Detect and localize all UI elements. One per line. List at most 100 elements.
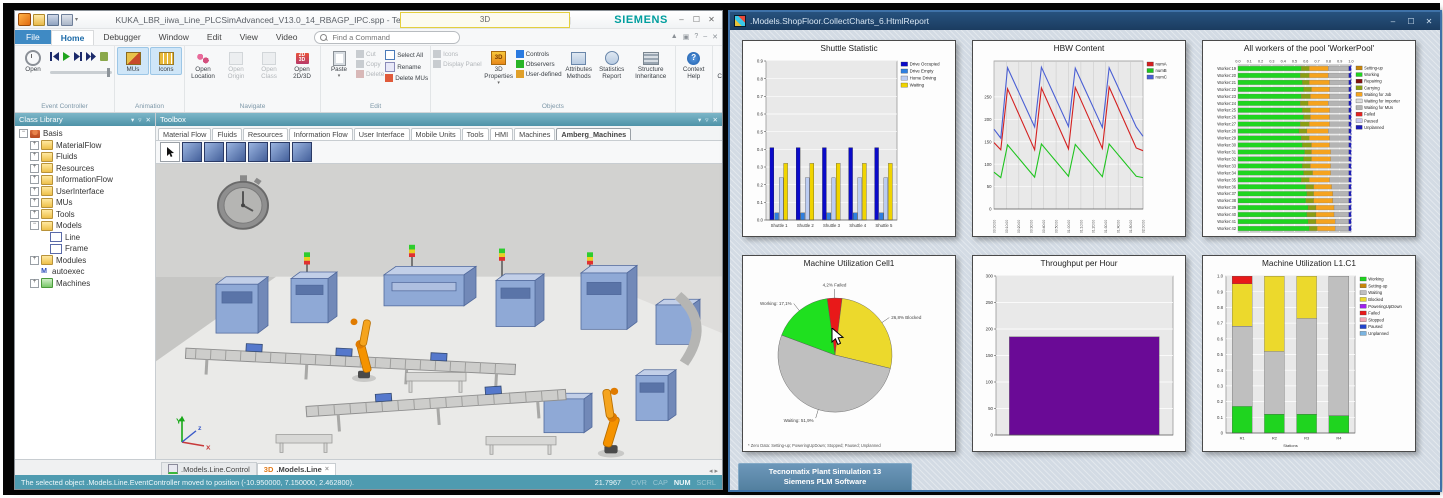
paste-button[interactable]: Paste ▾	[323, 47, 355, 80]
toolbox-tab-amberg-machines[interactable]: Amberg_Machines	[556, 128, 631, 140]
machine-tool-2[interactable]	[204, 142, 224, 162]
toolbox-tab-material-flow[interactable]: Material Flow	[158, 128, 211, 140]
3d-properties-dropdown-icon[interactable]: ▾	[497, 81, 500, 87]
statistics-report-button[interactable]: Statistics Report	[596, 47, 628, 82]
tree-expander-icon[interactable]: +	[30, 164, 39, 173]
tree-item-machines[interactable]: +Machines	[15, 278, 155, 290]
tree-expander-icon[interactable]: +	[30, 152, 39, 161]
report-minimize-button[interactable]: –	[1386, 17, 1400, 26]
attributes-methods-button[interactable]: Attributes Methods	[563, 47, 595, 82]
3d-properties-button[interactable]: 3D 3D Properties ▾	[483, 47, 515, 87]
save-icon[interactable]	[47, 14, 59, 26]
panel-pin-icon[interactable]: ▿	[138, 116, 141, 124]
doc-close-icon[interactable]: ✕	[712, 33, 718, 41]
paste-dropdown-icon[interactable]: ▾	[338, 74, 341, 80]
cut-button[interactable]: Cut	[356, 50, 384, 58]
toolbox-pin-icon[interactable]: ▿	[705, 116, 708, 124]
close-button[interactable]: ✕	[704, 15, 719, 24]
rename-button[interactable]: Rename	[385, 62, 428, 72]
panel-close-icon[interactable]: ✕	[146, 116, 151, 124]
toolbox-tab-hmi[interactable]: HMI	[490, 128, 513, 140]
doc-minimize-icon[interactable]: –	[703, 33, 707, 41]
menu-home[interactable]: Home	[51, 30, 95, 45]
tree-expander-icon[interactable]: +	[30, 141, 39, 150]
tab-close-icon[interactable]: ×	[325, 466, 329, 473]
toolbox-tab-information-flow[interactable]: Information Flow	[289, 128, 353, 140]
open-eventcontroller-button[interactable]: Open	[17, 47, 49, 75]
tree-item-frame[interactable]: Frame	[15, 243, 155, 255]
tree-expander-icon[interactable]: +	[30, 256, 39, 265]
toolbox-tab-tools[interactable]: Tools	[462, 128, 489, 140]
tab-scroll-arrows[interactable]: ◂ ▸	[709, 467, 718, 475]
tree-item-basis[interactable]: −Basis	[15, 128, 155, 140]
machine-tool-1[interactable]	[182, 142, 202, 162]
tab-models-line-control[interactable]: .Models.Line.Control	[161, 462, 257, 475]
playback-controls[interactable]	[50, 47, 112, 62]
tree-expander-icon[interactable]: −	[30, 221, 39, 230]
open-class-button[interactable]: Open Class	[253, 47, 285, 82]
speed-slider[interactable]	[50, 71, 112, 74]
context-help-button[interactable]: ? Context Help	[678, 47, 710, 82]
display-panel-button[interactable]: Display Panel	[433, 60, 482, 68]
tree-expander-icon[interactable]: +	[30, 198, 39, 207]
tree-expander-icon[interactable]: +	[30, 279, 39, 288]
save-all-icon[interactable]	[61, 14, 73, 26]
machine-tool-3[interactable]	[226, 142, 246, 162]
copy-button[interactable]: Copy	[356, 60, 384, 68]
manage-class-library-button[interactable]: Manage Class Library	[715, 47, 722, 82]
controls-button[interactable]: Controls	[516, 50, 562, 58]
panel-dropdown-icon[interactable]: ▾	[131, 116, 134, 124]
tree-item-tools[interactable]: +Tools	[15, 209, 155, 221]
tree-expander-icon[interactable]: +	[30, 175, 39, 184]
tree-item-autoexec[interactable]: Mautoexec	[15, 266, 155, 278]
structure-inheritance-button[interactable]: Structure Inheritance	[629, 47, 673, 82]
tree-item-informationflow[interactable]: +InformationFlow	[15, 174, 155, 186]
select-tool-button[interactable]	[160, 142, 180, 162]
menu-view[interactable]: View	[231, 30, 267, 44]
toolbox-tab-resources[interactable]: Resources	[243, 128, 288, 140]
tree-item-userinterface[interactable]: +UserInterface	[15, 186, 155, 198]
tree-item-fluids[interactable]: +Fluids	[15, 151, 155, 163]
report-maximize-button[interactable]: ☐	[1404, 17, 1418, 26]
open-file-icon[interactable]	[33, 14, 45, 26]
machine-tool-6[interactable]	[292, 142, 312, 162]
machine-tool-5[interactable]	[270, 142, 290, 162]
report-close-button[interactable]: ✕	[1422, 17, 1436, 26]
icons-button[interactable]: Icons	[150, 47, 182, 75]
menu-debugger[interactable]: Debugger	[94, 30, 149, 44]
toolbox-dropdown-icon[interactable]: ▾	[698, 116, 701, 124]
toolbox-tab-mobile-units[interactable]: Mobile Units	[411, 128, 461, 140]
tree-item-mus[interactable]: +MUs	[15, 197, 155, 209]
toolbox-tab-user-interface[interactable]: User Interface	[354, 128, 410, 140]
slider-thumb[interactable]	[107, 68, 110, 77]
collapse-ribbon-icon[interactable]: ▲	[671, 33, 678, 41]
tree-item-models[interactable]: −Models	[15, 220, 155, 232]
open-location-button[interactable]: Open Location	[187, 47, 219, 82]
tree-item-line[interactable]: Line	[15, 232, 155, 244]
delete-button[interactable]: Delete	[356, 70, 384, 78]
tree-expander-icon[interactable]: +	[30, 187, 39, 196]
tree-item-materialflow[interactable]: +MaterialFlow	[15, 140, 155, 152]
user-defined-button[interactable]: User-defined	[516, 70, 562, 78]
menu-video[interactable]: Video	[267, 30, 307, 44]
menu-window[interactable]: Window	[150, 30, 198, 44]
toolbox-tab-fluids[interactable]: Fluids	[212, 128, 241, 140]
maximize-button[interactable]: ☐	[689, 15, 704, 24]
style-icon[interactable]: ▣	[683, 33, 690, 41]
open-2d3d-button[interactable]: 2D3D Open 2D/3D	[286, 47, 318, 82]
tree-item-modules[interactable]: +Modules	[15, 255, 155, 267]
command-search[interactable]	[314, 31, 460, 44]
toolbox-close-icon[interactable]: ✕	[713, 116, 718, 124]
tree-expander-icon[interactable]: +	[30, 210, 39, 219]
tree-expander-icon[interactable]: −	[19, 129, 28, 138]
select-all-button[interactable]: Select All	[385, 50, 428, 60]
observers-button[interactable]: Observers	[516, 60, 562, 68]
icons-small-button[interactable]: Icons	[433, 50, 482, 58]
3d-viewport[interactable]: Y x z	[156, 164, 722, 459]
mus-button[interactable]: MUs	[117, 47, 149, 75]
machine-tool-4[interactable]	[248, 142, 268, 162]
delete-mus-button[interactable]: Delete MUs	[385, 74, 428, 82]
toolbox-tab-machines[interactable]: Machines	[514, 128, 555, 140]
help-icon[interactable]: ?	[694, 33, 698, 41]
tab-3d-models-line[interactable]: 3D .Models.Line ×	[257, 463, 336, 475]
